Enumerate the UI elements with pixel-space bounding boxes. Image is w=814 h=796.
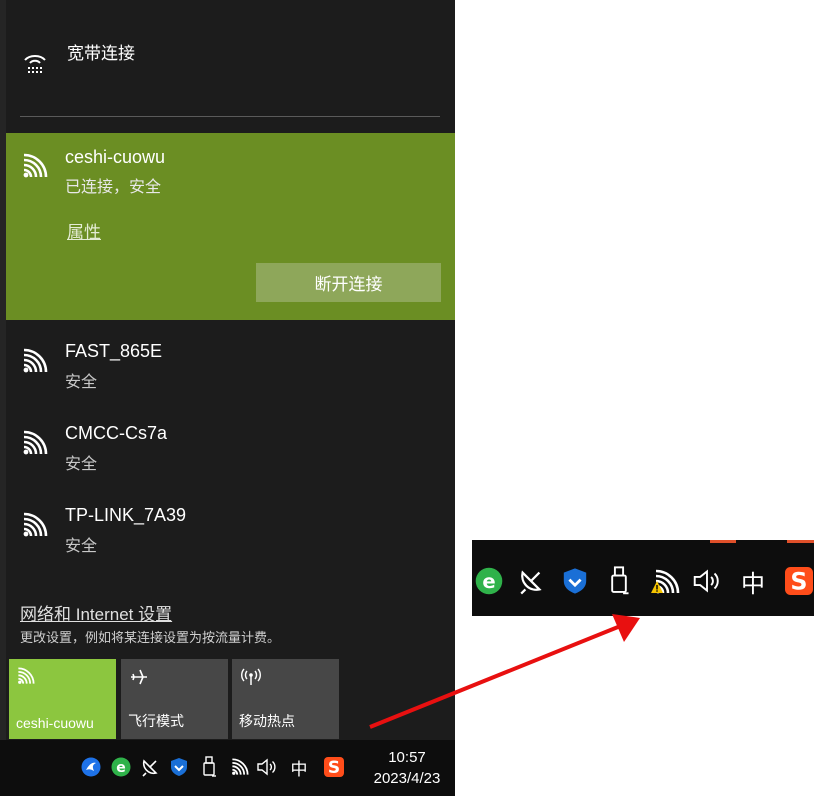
clock[interactable]: 10:57 2023/4/23 [362, 747, 452, 789]
ime-icon[interactable]: 中 [288, 756, 310, 779]
tile-label: 移动热点 [239, 713, 295, 729]
tray-zoom-inset: e 中 S [472, 540, 814, 616]
hotspot-icon [241, 668, 261, 685]
network-flyout: 宽带连接 ceshi-cuowu 已连接，安全 属性 断开连接 FAST_865… [0, 0, 455, 740]
wifi-icon [22, 153, 48, 179]
airplane-icon [131, 669, 147, 685]
shield-icon [558, 564, 592, 598]
wifi-toggle-tile[interactable]: ceshi-cuowu [9, 659, 116, 739]
network-name: ceshi-cuowu [65, 147, 166, 167]
connected-network-item[interactable]: ceshi-cuowu 已连接，安全 属性 断开连接 [6, 133, 455, 320]
network-name: CMCC-Cs7a [65, 423, 168, 443]
decor-strip [710, 540, 736, 543]
disconnect-button[interactable]: 断开连接 [256, 263, 441, 302]
clock-time: 10:57 [388, 749, 426, 766]
usb-icon [602, 564, 636, 598]
tile-label: 飞行模式 [128, 713, 184, 729]
broadband-connection-item[interactable]: 宽带连接 [6, 0, 455, 116]
satellite-icon [514, 564, 548, 598]
network-item[interactable]: TP-LINK_7A39 安全 [6, 494, 455, 566]
network-name: TP-LINK_7A39 [65, 505, 187, 525]
network-status: 已连接，安全 [65, 179, 162, 196]
volume-icon [690, 564, 724, 598]
sogou-icon[interactable]: S [323, 756, 345, 778]
satellite-icon[interactable] [139, 756, 161, 778]
wifi-icon [22, 348, 48, 374]
wifi-warning-icon [648, 564, 682, 598]
properties-link[interactable]: 属性 [67, 218, 101, 243]
ie-icon: e [472, 564, 506, 598]
network-settings-description: 更改设置，例如将某连接设置为按流量计费。 [20, 630, 281, 645]
network-status: 安全 [65, 374, 98, 391]
wifi-icon [22, 430, 48, 456]
divider [20, 116, 440, 117]
decor-strip [787, 540, 814, 543]
network-settings-link[interactable]: 网络和 Internet 设置 [20, 600, 172, 625]
broadband-label: 宽带连接 [67, 44, 135, 63]
network-item[interactable]: FAST_865E 安全 [6, 330, 455, 402]
network-name: FAST_865E [65, 341, 163, 361]
svg-text:e: e [116, 760, 126, 776]
network-status: 安全 [65, 538, 98, 555]
clock-date: 2023/4/23 [373, 770, 441, 787]
airplane-mode-tile[interactable]: 飞行模式 [121, 659, 228, 739]
volume-icon[interactable] [256, 756, 278, 778]
wifi-icon [22, 512, 48, 538]
tile-label: ceshi-cuowu [16, 715, 94, 731]
taskbar: e 中 S 10:57 2023/4/23 [0, 740, 455, 796]
shield-icon[interactable] [168, 756, 190, 778]
ie-icon[interactable]: e [110, 756, 132, 778]
usb-icon[interactable] [198, 756, 220, 778]
ethernet-dialup-icon [24, 55, 46, 73]
wifi-icon[interactable] [229, 756, 251, 778]
swift-icon[interactable] [80, 756, 102, 778]
svg-text:S: S [328, 758, 340, 777]
svg-text:e: e [482, 570, 495, 593]
wifi-icon [17, 667, 35, 685]
network-item[interactable]: CMCC-Cs7a 安全 [6, 412, 455, 484]
sogou-icon: S [784, 564, 814, 598]
ime-icon: 中 [741, 570, 765, 598]
network-status: 安全 [65, 456, 98, 473]
mobile-hotspot-tile[interactable]: 移动热点 [232, 659, 339, 739]
svg-text:S: S [790, 567, 807, 595]
